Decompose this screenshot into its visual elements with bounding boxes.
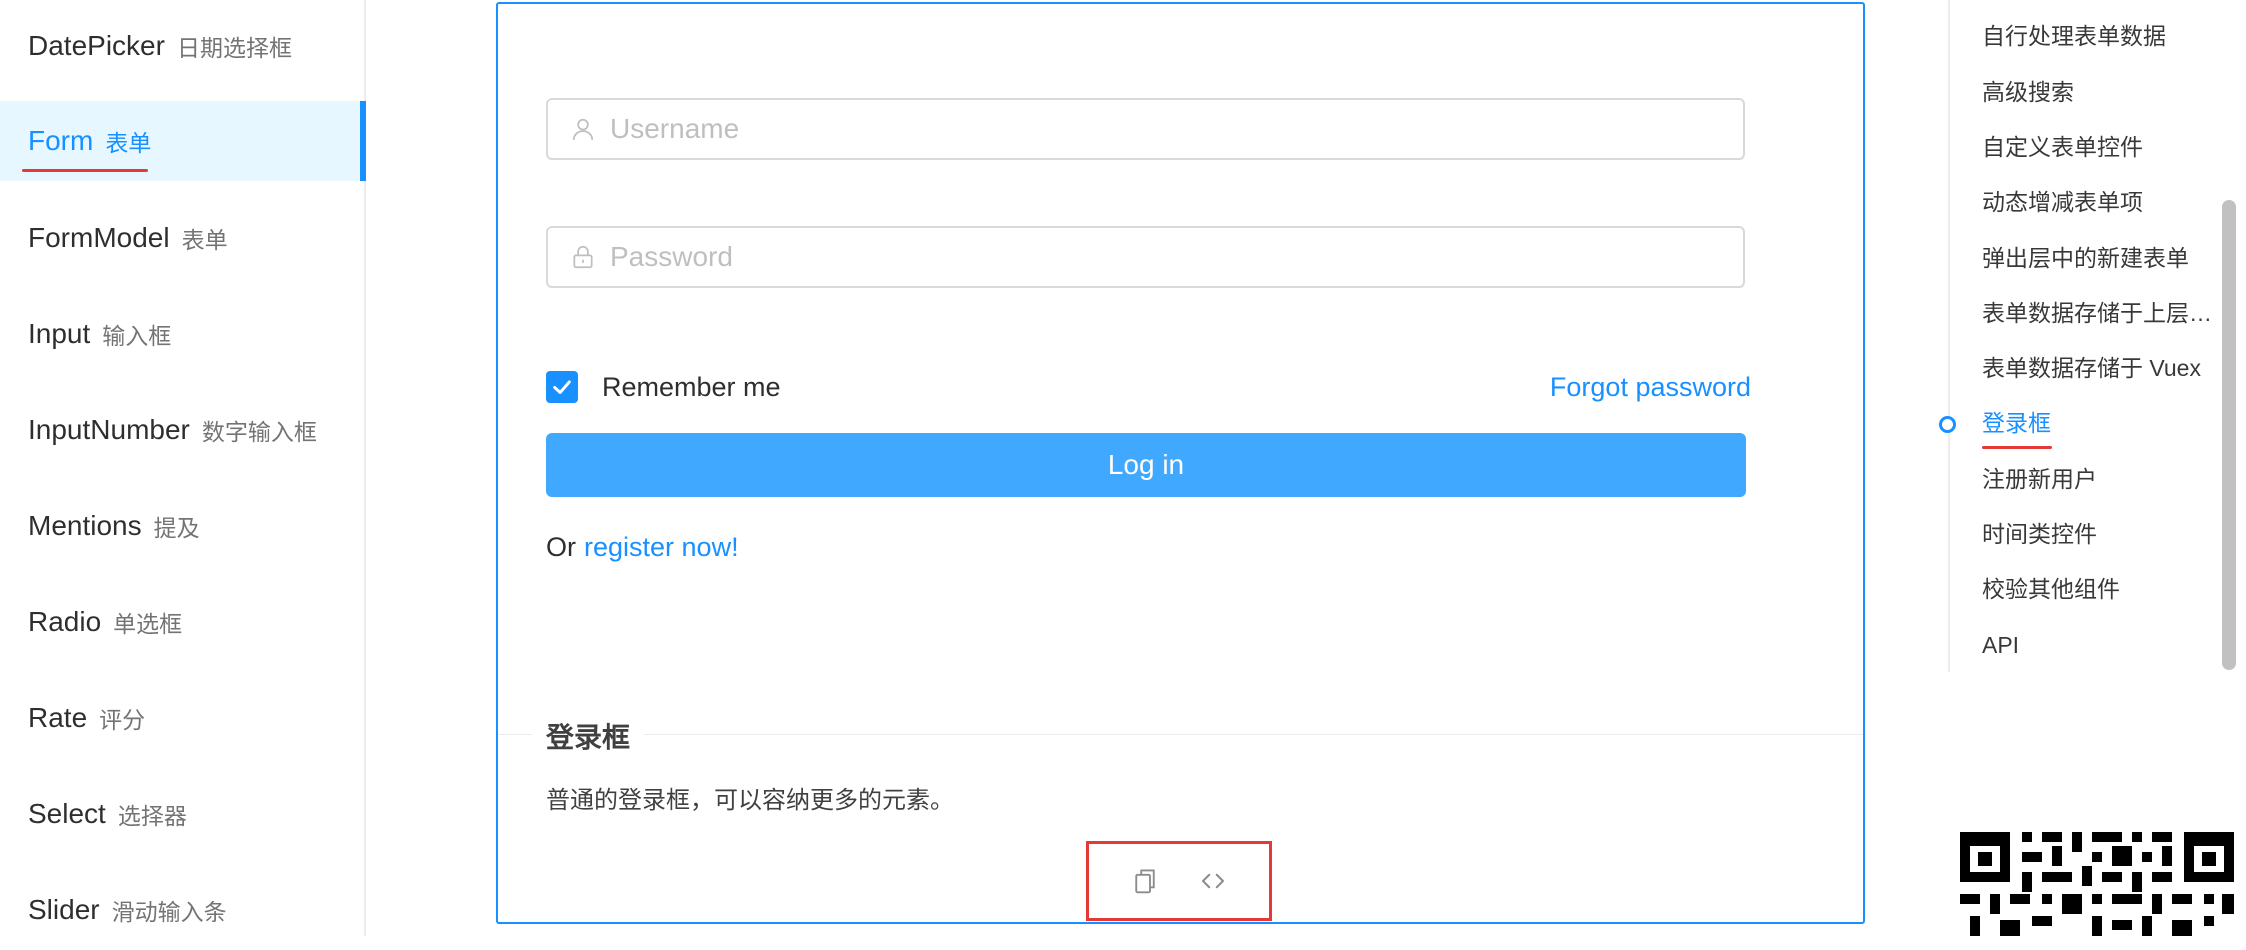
- sidebar-item-mentions[interactable]: Mentions 提及: [0, 486, 366, 566]
- anchor-item[interactable]: 自定义表单控件: [1982, 130, 2222, 164]
- sidebar-item-sublabel: 输入框: [102, 323, 172, 349]
- copy-icon[interactable]: [1130, 866, 1160, 896]
- checkmark-icon: [553, 380, 571, 394]
- sidebar-item-label: Form: [28, 125, 94, 156]
- sidebar-item-input[interactable]: Input 输入框: [0, 294, 366, 374]
- code-actions: [1086, 841, 1272, 921]
- sidebar-item-label: Input: [28, 318, 91, 349]
- anchor-item[interactable]: 校验其他组件: [1982, 572, 2222, 606]
- sidebar-item-label: Mentions: [28, 510, 142, 541]
- sidebar-item-sublabel: 表单: [181, 227, 228, 253]
- anchor-item[interactable]: 弹出层中的新建表单: [1982, 241, 2222, 275]
- demo-card-login: Remember me Forgot password Log in Orreg…: [496, 2, 1865, 924]
- scrollbar-thumb[interactable]: [2222, 200, 2236, 670]
- forgot-password-link[interactable]: Forgot password: [1550, 370, 1751, 404]
- sidebar-item-select[interactable]: Select 选择器: [0, 774, 366, 854]
- sidebar-item-label: InputNumber: [28, 414, 190, 445]
- sidebar-item-datepicker[interactable]: DatePicker 日期选择框: [0, 6, 366, 86]
- register-line: Or register now!: [546, 530, 739, 564]
- anchor-item[interactable]: API: [1982, 628, 2222, 662]
- meta-divider: [498, 734, 1863, 735]
- anchor-item[interactable]: 表单数据存储于 Vuex: [1982, 351, 2222, 385]
- sidebar-item-rate[interactable]: Rate 评分: [0, 678, 366, 758]
- code-expand-icon[interactable]: [1198, 866, 1228, 896]
- sidebar-item-slider[interactable]: Slider 滑动输入条: [0, 870, 366, 950]
- remember-checkbox[interactable]: [546, 371, 578, 403]
- sidebar-item-label: FormModel: [28, 222, 170, 253]
- password-input[interactable]: [608, 240, 1712, 274]
- sidebar-item-label: Select: [28, 798, 106, 829]
- sidebar-item-inputnumber[interactable]: InputNumber 数字输入框: [0, 390, 366, 470]
- sidebar-item-sublabel: 表单: [105, 130, 152, 156]
- sidebar-item-radio[interactable]: Radio 单选框: [0, 582, 366, 662]
- demo-title: 登录框: [532, 716, 645, 756]
- anchor-item[interactable]: 动态增减表单项: [1982, 185, 2222, 219]
- password-field[interactable]: [546, 226, 1745, 288]
- sidebar-item-sublabel: 选择器: [117, 803, 187, 829]
- anchor-item[interactable]: 表单数据存储于上层组件: [1982, 296, 2222, 330]
- highlight-underline: [22, 169, 148, 172]
- sidebar-item-sublabel: 评分: [99, 707, 146, 733]
- anchor-track: [1948, 0, 1950, 672]
- anchor-item[interactable]: 注册新用户: [1982, 462, 2222, 496]
- sidebar-item-label: DatePicker: [28, 30, 165, 61]
- or-text: Or: [546, 532, 576, 562]
- anchor-active-dot: [1939, 416, 1956, 433]
- anchor-item[interactable]: 高级搜索: [1982, 75, 2222, 109]
- sidebar-item-sublabel: 日期选择框: [176, 35, 292, 61]
- user-icon: [572, 118, 594, 140]
- sidebar-item-label: Radio: [28, 606, 102, 637]
- qr-code-icon: [1960, 832, 2234, 936]
- anchor-item-active[interactable]: 登录框: [1982, 406, 2222, 440]
- remember-label[interactable]: Remember me: [602, 370, 781, 404]
- anchor-item[interactable]: 时间类控件: [1982, 517, 2222, 551]
- sidebar-menu: DatePicker 日期选择框 Form 表单 FormModel 表单 In…: [0, 0, 366, 936]
- register-link[interactable]: register now!: [584, 532, 739, 562]
- anchor-item[interactable]: 自行处理表单数据: [1982, 19, 2222, 53]
- demo-description: 普通的登录框，可以容纳更多的元素。: [546, 787, 954, 814]
- sidebar-item-sublabel: 数字输入框: [201, 419, 317, 445]
- username-input[interactable]: [608, 112, 1712, 146]
- username-field[interactable]: [546, 98, 1745, 160]
- sidebar-item-formmodel[interactable]: FormModel 表单: [0, 198, 366, 278]
- sidebar-item-sublabel: 提及: [153, 515, 200, 541]
- sidebar-item-sublabel: 单选框: [113, 611, 183, 637]
- highlight-underline: [1982, 446, 2052, 449]
- sidebar-item-label: Rate: [28, 702, 88, 733]
- sidebar-item-label: Slider: [28, 894, 100, 925]
- lock-icon: [573, 245, 593, 269]
- login-button[interactable]: Log in: [546, 433, 1746, 497]
- sidebar-item-sublabel: 滑动输入条: [111, 899, 227, 925]
